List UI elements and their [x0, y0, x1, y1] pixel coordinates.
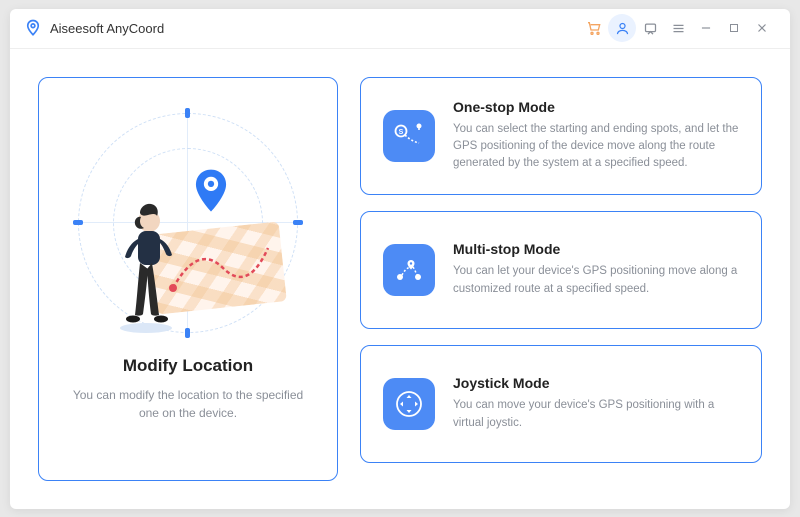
close-button[interactable] [748, 14, 776, 42]
mode-list: S One-stop Mode You can select the start… [360, 77, 762, 481]
cart-icon[interactable] [580, 14, 608, 42]
onestop-title: One-stop Mode [453, 99, 739, 115]
app-title: Aiseesoft AnyCoord [50, 21, 164, 36]
titlebar: Aiseesoft AnyCoord [10, 9, 790, 49]
joystick-mode-card[interactable]: Joystick Mode You can move your device's… [360, 345, 762, 463]
modify-location-illustration [73, 108, 303, 338]
main-content: Modify Location You can modify the locat… [10, 49, 790, 509]
menu-icon[interactable] [664, 14, 692, 42]
onestop-mode-card[interactable]: S One-stop Mode You can select the start… [360, 77, 762, 195]
user-icon[interactable] [608, 14, 636, 42]
onestop-icon: S [383, 110, 435, 162]
multistop-title: Multi-stop Mode [453, 241, 739, 257]
multistop-desc: You can let your device's GPS positionin… [453, 263, 739, 298]
modify-location-title: Modify Location [123, 356, 253, 376]
joystick-desc: You can move your device's GPS positioni… [453, 397, 739, 432]
modify-location-desc: You can modify the location to the speci… [68, 386, 308, 422]
joystick-title: Joystick Mode [453, 375, 739, 391]
svg-text:S: S [399, 129, 404, 136]
maximize-button[interactable] [720, 14, 748, 42]
location-pin-icon [188, 168, 234, 214]
onestop-desc: You can select the starting and ending s… [453, 121, 739, 173]
minimize-button[interactable] [692, 14, 720, 42]
app-logo-icon [24, 19, 42, 37]
app-window: Aiseesoft AnyCoord [10, 9, 790, 509]
multistop-mode-card[interactable]: Multi-stop Mode You can let your device'… [360, 211, 762, 329]
joystick-icon [383, 378, 435, 430]
multistop-icon [383, 244, 435, 296]
person-illustration [111, 203, 181, 333]
feedback-icon[interactable] [636, 14, 664, 42]
modify-location-card[interactable]: Modify Location You can modify the locat… [38, 77, 338, 481]
